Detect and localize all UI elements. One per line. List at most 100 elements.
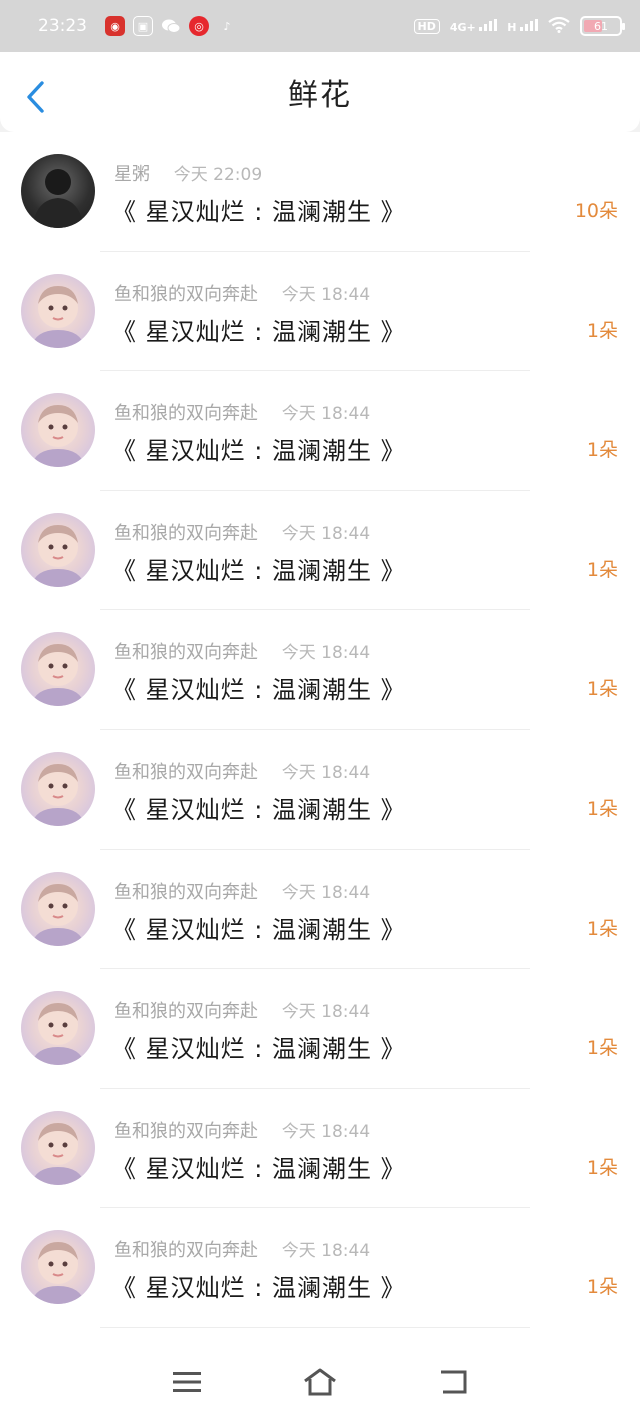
sender-name[interactable]: 鱼和狼的双向奔赴 bbox=[114, 882, 258, 903]
send-time: 今天 18:44 bbox=[281, 404, 371, 425]
item-meta: 鱼和狼的双向奔赴 今天 18:44 bbox=[114, 280, 370, 306]
avatar[interactable] bbox=[21, 991, 95, 1066]
list-item[interactable]: 鱼和狼的双向奔赴 今天 18:44 《 星汉灿烂 : 温澜潮生 》 1朵 bbox=[0, 969, 640, 1089]
tiktok-icon: ♪ bbox=[223, 19, 231, 33]
flower-count: 1朵 bbox=[586, 1276, 618, 1299]
signal-label: H bbox=[507, 20, 517, 34]
battery-icon: 61 bbox=[580, 16, 625, 36]
sender-name[interactable]: 鱼和狼的双向奔赴 bbox=[114, 1001, 258, 1022]
sender-name[interactable]: 星粥 bbox=[114, 164, 150, 185]
book-title[interactable]: 《 星汉灿烂 : 温澜潮生 》 bbox=[112, 910, 406, 945]
avatar[interactable] bbox=[21, 1110, 95, 1185]
flower-count: 1朵 bbox=[586, 678, 618, 701]
send-time: 今天 18:44 bbox=[281, 1241, 371, 1262]
cellular-h-icon: H bbox=[507, 18, 538, 34]
weibo-icon: ◎ bbox=[189, 16, 209, 36]
menu-button[interactable] bbox=[167, 1362, 207, 1402]
page-header: 鲜花 bbox=[0, 52, 640, 132]
hd-badge: HD bbox=[413, 18, 440, 34]
item-meta: 鱼和狼的双向奔赴 今天 18:44 bbox=[114, 638, 370, 664]
avatar[interactable] bbox=[21, 1230, 95, 1305]
list-item[interactable]: 鱼和狼的双向奔赴 今天 18:44 《 星汉灿烂 : 温澜潮生 》 1朵 bbox=[0, 610, 640, 730]
flower-count: 1朵 bbox=[586, 439, 618, 462]
wifi-icon bbox=[548, 16, 570, 36]
network-type: 4G+ bbox=[449, 20, 476, 34]
book-title[interactable]: 《 星汉灿烂 : 温澜潮生 》 bbox=[112, 1268, 406, 1303]
send-time: 今天 18:44 bbox=[281, 1121, 371, 1142]
flower-count: 1朵 bbox=[586, 1037, 618, 1060]
flower-count: 10朵 bbox=[574, 200, 618, 222]
flower-count: 1朵 bbox=[586, 917, 618, 940]
return-icon bbox=[441, 1370, 467, 1394]
flower-count: 1朵 bbox=[586, 558, 618, 581]
status-bar: 23:23 ◉ ▣ ◎ ♪ HD 4G+ H 61 bbox=[0, 0, 640, 52]
list-item[interactable]: 鱼和狼的双向奔赴 今天 18:44 《 星汉灿烂 : 温澜潮生 》 1朵 bbox=[0, 371, 640, 491]
flower-count: 1朵 bbox=[586, 797, 618, 820]
item-meta: 星粥 今天 22:09 bbox=[114, 160, 262, 186]
cellular-4g-icon: 4G+ bbox=[449, 18, 498, 34]
list-item[interactable]: 星粥 今天 22:09 《 星汉灿烂 : 温澜潮生 》 10朵 bbox=[0, 132, 640, 252]
item-meta: 鱼和狼的双向奔赴 今天 18:44 bbox=[114, 878, 370, 904]
avatar[interactable] bbox=[21, 751, 95, 826]
list-item[interactable]: 鱼和狼的双向奔赴 今天 18:44 《 星汉灿烂 : 温澜潮生 》 1朵 bbox=[0, 730, 640, 850]
send-time: 今天 18:44 bbox=[281, 1002, 371, 1023]
send-time: 今天 18:44 bbox=[281, 523, 371, 544]
netease-music-icon: ◉ bbox=[105, 16, 125, 36]
avatar[interactable] bbox=[21, 154, 95, 228]
sender-name[interactable]: 鱼和狼的双向奔赴 bbox=[114, 403, 258, 424]
back-nav-button[interactable] bbox=[433, 1362, 473, 1402]
sender-name[interactable]: 鱼和狼的双向奔赴 bbox=[114, 523, 258, 544]
item-meta: 鱼和狼的双向奔赴 今天 18:44 bbox=[114, 758, 370, 784]
home-button[interactable] bbox=[300, 1362, 340, 1402]
item-meta: 鱼和狼的双向奔赴 今天 18:44 bbox=[114, 1236, 370, 1262]
list-item[interactable]: 鱼和狼的双向奔赴 今天 18:44 《 星汉灿烂 : 温澜潮生 》 1朵 bbox=[0, 491, 640, 611]
send-time: 今天 22:09 bbox=[173, 165, 263, 185]
list-item[interactable]: 鱼和狼的双向奔赴 今天 18:44 《 星汉灿烂 : 温澜潮生 》 1朵 bbox=[0, 1089, 640, 1209]
battery-level: 61 bbox=[594, 19, 608, 33]
page-title: 鲜花 bbox=[288, 78, 352, 113]
sender-name[interactable]: 鱼和狼的双向奔赴 bbox=[114, 642, 258, 663]
send-time: 今天 18:44 bbox=[281, 643, 371, 664]
book-title[interactable]: 《 星汉灿烂 : 温澜潮生 》 bbox=[112, 670, 406, 705]
sender-name[interactable]: 鱼和狼的双向奔赴 bbox=[114, 1240, 258, 1261]
item-meta: 鱼和狼的双向奔赴 今天 18:44 bbox=[114, 1117, 370, 1143]
sender-name[interactable]: 鱼和狼的双向奔赴 bbox=[114, 1121, 258, 1142]
back-button[interactable] bbox=[24, 80, 48, 114]
avatar[interactable] bbox=[21, 871, 95, 946]
book-title[interactable]: 《 星汉灿烂 : 温澜潮生 》 bbox=[112, 431, 406, 466]
menu-icon bbox=[172, 1372, 201, 1392]
chevron-left-icon bbox=[27, 81, 44, 113]
flower-count: 1朵 bbox=[586, 319, 618, 342]
status-time: 23:23 bbox=[38, 16, 87, 36]
system-nav-bar bbox=[0, 1342, 640, 1422]
book-title[interactable]: 《 星汉灿烂 : 温澜潮生 》 bbox=[112, 790, 406, 825]
item-meta: 鱼和狼的双向奔赴 今天 18:44 bbox=[114, 997, 370, 1023]
avatar[interactable] bbox=[21, 512, 95, 587]
send-time: 今天 18:44 bbox=[281, 762, 371, 783]
wechat-icon bbox=[161, 16, 181, 36]
send-time: 今天 18:44 bbox=[281, 284, 371, 305]
item-meta: 鱼和狼的双向奔赴 今天 18:44 bbox=[114, 519, 370, 545]
book-title[interactable]: 《 星汉灿烂 : 温澜潮生 》 bbox=[112, 192, 406, 227]
sender-name[interactable]: 鱼和狼的双向奔赴 bbox=[114, 284, 258, 305]
send-time: 今天 18:44 bbox=[281, 882, 371, 903]
system-indicators: HD 4G+ H 61 bbox=[413, 16, 625, 36]
list-item[interactable]: 鱼和狼的双向奔赴 今天 18:44 《 星汉灿烂 : 温澜潮生 》 1朵 bbox=[0, 850, 640, 970]
avatar[interactable] bbox=[21, 632, 95, 707]
list-item[interactable]: 鱼和狼的双向奔赴 今天 18:44 《 星汉灿烂 : 温澜潮生 》 1朵 bbox=[0, 252, 640, 372]
book-title[interactable]: 《 星汉灿烂 : 温澜潮生 》 bbox=[112, 312, 406, 347]
list-item[interactable]: 鱼和狼的双向奔赴 今天 18:44 《 星汉灿烂 : 温澜潮生 》 1朵 bbox=[0, 1208, 640, 1328]
flower-record-list: 星粥 今天 22:09 《 星汉灿烂 : 温澜潮生 》 10朵 鱼和狼的双向奔赴… bbox=[0, 132, 640, 1342]
app-notification-icon: ▣ bbox=[133, 16, 153, 36]
home-icon bbox=[304, 1368, 336, 1396]
flower-count: 1朵 bbox=[586, 1156, 618, 1179]
item-meta: 鱼和狼的双向奔赴 今天 18:44 bbox=[114, 399, 370, 425]
sender-name[interactable]: 鱼和狼的双向奔赴 bbox=[114, 762, 258, 783]
book-title[interactable]: 《 星汉灿烂 : 温澜潮生 》 bbox=[112, 551, 406, 586]
book-title[interactable]: 《 星汉灿烂 : 温澜潮生 》 bbox=[112, 1149, 406, 1184]
avatar[interactable] bbox=[21, 393, 95, 468]
divider bbox=[100, 1326, 530, 1328]
avatar[interactable] bbox=[21, 273, 95, 348]
book-title[interactable]: 《 星汉灿烂 : 温澜潮生 》 bbox=[112, 1029, 406, 1064]
notification-icons: ◉ ▣ ◎ ♪ bbox=[105, 16, 237, 36]
